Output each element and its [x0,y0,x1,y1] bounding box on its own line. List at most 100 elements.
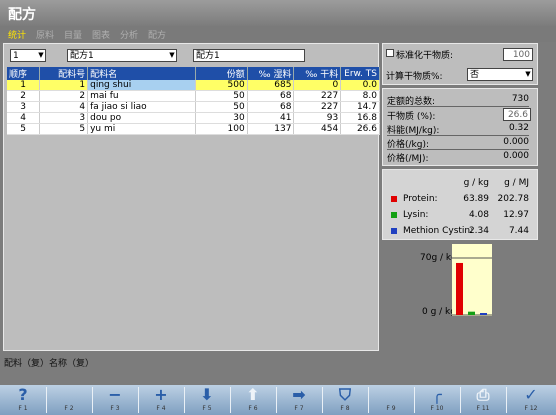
title-bar: 配方 [0,0,556,25]
nutrient-gmj: 12.97 [503,210,529,220]
cell-seq: 1 [7,80,41,91]
col-name[interactable]: 配料名 [87,67,196,80]
stat-value: 0.000 [503,151,529,161]
tab-analysis[interactable]: 分析 [118,28,140,41]
f1-button[interactable]: ? F 1 [0,385,46,415]
recipe-select[interactable]: 配方1 ▼ [67,49,177,62]
y-bottom-label: 0 g / kg [422,307,456,317]
fkey-label: F 10 [430,405,444,412]
stat-value: 26.6 [507,110,528,120]
nutrient-chart [452,244,492,316]
cell-no: 5 [39,123,89,135]
cell-no: 2 [39,90,89,102]
fkey-label: F 11 [476,405,490,412]
col-seq[interactable]: 顺序 [7,67,41,80]
col-wet[interactable]: ‰ 湿料 [247,67,295,80]
f8-button[interactable]: ⛉ F 8 [322,385,368,415]
recipe-panel: 1 ▼ 配方1 ▼ 配方1 顺序 配料号 配料名 份额 ‰ 湿料 ‰ 干料 Erw.… [3,43,380,351]
help-icon: ? [18,385,28,404]
page-title: 配方 [8,7,36,23]
std-value-input[interactable]: 100 [503,48,533,61]
tab-chart[interactable]: 图表 [90,28,112,41]
cell-dry: 227 [293,101,342,113]
table-row[interactable]: 5 5 yu mi 100 137 454 26.6 [7,123,380,135]
table-row[interactable]: 2 2 mai fu 50 68 227 8.0 [7,90,380,102]
cell-name: dou po [87,112,196,124]
cell-wet: 41 [247,112,295,124]
tab-recipe[interactable]: 配方 [146,28,168,41]
col-share[interactable]: 份额 [195,67,248,80]
nutrient-name: Protein: [403,194,438,204]
cell-seq: 5 [7,123,41,135]
dry-matter-field[interactable]: 26.6 [503,108,531,121]
cell-dry: 454 [293,123,342,135]
calc-select-value: 否 [470,70,480,80]
chevron-down-icon: ▼ [169,51,175,59]
chevron-down-icon: ▼ [38,51,44,59]
fkey-label: F 1 [18,405,28,412]
fkey-label: F 9 [386,405,396,412]
f11-button[interactable]: ⎙ F 11 [460,385,506,415]
cell-seq: 4 [7,112,41,124]
fkey-label: F 6 [248,405,258,412]
table-row[interactable]: 3 4 fa jiao si liao 50 68 227 14.7 [7,101,380,113]
table-row[interactable]: 1 1 qing shui 500 685 0 0.0 [7,80,380,91]
col-dry[interactable]: ‰ 干料 [293,67,342,80]
calc-select[interactable]: 否 ▼ [467,68,533,81]
fkey-label: F 5 [202,405,212,412]
printer-icon: ⎙ [476,385,490,404]
f12-button[interactable]: ✓ F 12 [506,385,556,415]
cell-ts: 8.0 [340,90,380,102]
cell-ts: 14.7 [340,101,380,113]
cell-share: 500 [195,80,248,91]
cell-seq: 3 [7,101,41,113]
f7-button[interactable]: ➡ F 7 [276,385,322,415]
cell-name: yu mi [87,123,196,135]
tab-ingredients[interactable]: 原料 [34,28,56,41]
curve-icon: ╭ [432,385,442,404]
arrow-up-icon: ⬆ [246,385,260,404]
table-row[interactable]: 4 3 dou po 30 41 93 16.8 [7,112,380,124]
tab-target[interactable]: 目量 [62,28,84,41]
cell-share: 50 [195,90,248,102]
f3-button[interactable]: − F 3 [92,385,138,415]
nutrient-gkg: 2.34 [468,226,489,236]
blank-icon [46,385,92,405]
nutrient-gkg: 63.89 [463,194,489,204]
divider [387,106,529,107]
divider [387,135,529,136]
cell-ts: 0.0 [340,80,380,91]
f2-button[interactable]: F 2 [46,385,92,415]
nutrient-gmj: 202.78 [497,194,530,204]
f6-button[interactable]: ⬆ F 6 [230,385,276,415]
number-select[interactable]: 1 ▼ [10,49,46,62]
number-select-value: 1 [13,51,19,61]
header-gkg: g / kg [463,178,489,188]
col-no[interactable]: 配料号 [39,67,89,80]
nutrient-chart-area: 70g / kg 0 g / kg [382,243,538,326]
lysin-bar [468,311,475,315]
stat-value: 730 [511,94,529,104]
std-label: 标准化干物质: [396,51,454,61]
f5-button[interactable]: ⬇ F 5 [184,385,230,415]
std-checkbox[interactable] [386,49,394,57]
col-ts[interactable]: Erw. TS [340,67,380,80]
table-header-row: 顺序 配料号 配料名 份额 ‰ 湿料 ‰ 干料 Erw. TS [7,67,380,80]
fkey-label: F 8 [340,405,350,412]
cell-share: 50 [195,101,248,113]
cell-no: 3 [39,112,89,124]
fkey-label: F 2 [64,405,74,412]
fkey-label: F 3 [110,405,120,412]
recipe-select-value: 配方1 [70,51,94,61]
cell-ts: 16.8 [340,112,380,124]
check-icon: ✓ [524,385,538,404]
f4-button[interactable]: + F 4 [138,385,184,415]
f10-button[interactable]: ╭ F 10 [414,385,460,415]
f9-button[interactable]: F 9 [368,385,414,415]
tab-statistics[interactable]: 统计 [6,28,28,41]
cell-seq: 2 [7,90,41,102]
recipe-name-input[interactable]: 配方1 [193,49,305,62]
plus-icon: + [154,385,168,404]
status-text: 配料（复）名称（复） [4,359,95,369]
std-value: 100 [512,50,530,60]
